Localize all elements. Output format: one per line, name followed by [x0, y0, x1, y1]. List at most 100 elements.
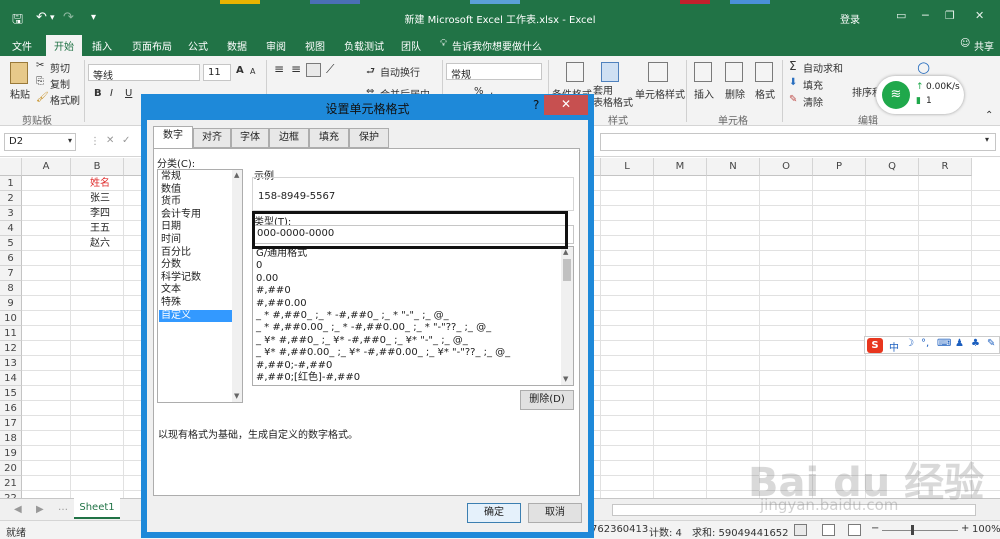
- scroll-up-icon[interactable]: ▲: [563, 248, 568, 256]
- select-all-corner[interactable]: [0, 158, 22, 176]
- row-header-17[interactable]: 17: [0, 416, 22, 431]
- zoom-slider[interactable]: [882, 530, 958, 531]
- page-break-view-icon[interactable]: [848, 524, 861, 536]
- cell-styles-icon[interactable]: [648, 62, 668, 82]
- name-box-dropdown-icon[interactable]: ▾: [68, 136, 72, 145]
- category-scrollbar[interactable]: ▲ ▼: [232, 170, 242, 402]
- row-header-1[interactable]: 1: [0, 176, 22, 191]
- zoom-level[interactable]: 100%: [972, 524, 1000, 535]
- category-item[interactable]: 科学记数: [161, 272, 201, 285]
- format-item[interactable]: #,##0;-#,##0: [256, 360, 332, 373]
- tab-insert[interactable]: 插入: [92, 38, 112, 53]
- row-header-6[interactable]: 6: [0, 251, 22, 266]
- tab-load-test[interactable]: 负载测试: [344, 38, 384, 53]
- sheet-tab-sheet1[interactable]: Sheet1: [74, 498, 120, 519]
- align-top-icon[interactable]: ≡: [274, 62, 284, 76]
- delete-format-button[interactable]: 删除(D): [520, 390, 574, 410]
- tab-formulas[interactable]: 公式: [188, 38, 208, 53]
- format-item[interactable]: 0: [256, 260, 262, 273]
- copy-icon[interactable]: ⎘: [36, 76, 44, 87]
- shrink-font-icon[interactable]: A: [250, 67, 255, 76]
- find-icon[interactable]: ○: [917, 58, 930, 76]
- name-box[interactable]: D2: [4, 133, 76, 151]
- copy-button[interactable]: 复制: [50, 76, 70, 91]
- row-header-3[interactable]: 3: [0, 206, 22, 221]
- column-header-q[interactable]: Q: [866, 158, 919, 176]
- tab-view[interactable]: 视图: [305, 38, 325, 53]
- column-header-l[interactable]: L: [601, 158, 654, 176]
- column-header-m[interactable]: M: [654, 158, 707, 176]
- column-header-o[interactable]: O: [760, 158, 813, 176]
- row-header-12[interactable]: 12: [0, 341, 22, 356]
- ime-keyboard-icon[interactable]: ⌨: [937, 338, 951, 349]
- format-item[interactable]: _ ¥* #,##0_ ;_ ¥* -#,##0_ ;_ ¥* "-"_ ;_ …: [256, 335, 468, 348]
- format-scrollbar[interactable]: ▲ ▼: [561, 247, 573, 385]
- tab-review[interactable]: 审阅: [266, 38, 286, 53]
- category-item[interactable]: 日期: [161, 221, 181, 234]
- font-name-box[interactable]: 等线: [88, 64, 200, 82]
- row-header-18[interactable]: 18: [0, 431, 22, 446]
- format-list[interactable]: G/通用格式 0 0.00 #,##0 #,##0.00 _ * #,##0_ ;_ * …: [252, 246, 574, 386]
- conditional-format-icon[interactable]: [566, 62, 584, 82]
- cell-b3[interactable]: 李四: [90, 207, 110, 221]
- category-item[interactable]: 文本: [161, 284, 181, 297]
- cell-styles-button[interactable]: 单元格样式: [635, 86, 685, 101]
- format-item[interactable]: #,##0.00: [256, 298, 307, 311]
- paste-button[interactable]: 粘贴: [10, 86, 30, 101]
- row-header-21[interactable]: 21: [0, 476, 22, 491]
- category-item[interactable]: 特殊: [161, 297, 181, 310]
- font-size-box[interactable]: 11: [203, 64, 231, 81]
- collapse-ribbon-icon[interactable]: ⌃: [985, 110, 993, 121]
- row-header-10[interactable]: 10: [0, 311, 22, 326]
- format-item[interactable]: #,##0: [256, 285, 291, 298]
- tell-me-box[interactable]: 告诉我你想要做什么: [452, 38, 542, 53]
- clear-icon[interactable]: ✎: [789, 94, 797, 105]
- paste-icon[interactable]: [10, 62, 28, 84]
- zoom-in-icon[interactable]: +: [961, 523, 969, 534]
- tab-home[interactable]: 开始: [46, 35, 82, 56]
- row-header-15[interactable]: 15: [0, 386, 22, 401]
- row-header-14[interactable]: 14: [0, 371, 22, 386]
- ime-moon-icon[interactable]: ☽: [905, 338, 914, 349]
- fill-icon[interactable]: ⬇: [789, 77, 797, 88]
- ribbon-options-icon[interactable]: ▭: [896, 9, 906, 22]
- delete-cells-icon[interactable]: [725, 62, 743, 82]
- format-as-table-icon[interactable]: [601, 62, 619, 82]
- cell-b5[interactable]: 赵六: [90, 237, 110, 251]
- restore-icon[interactable]: ❐: [945, 9, 955, 22]
- format-item[interactable]: 0.00: [256, 273, 278, 286]
- format-item[interactable]: _ * #,##0.00_ ;_ * -#,##0.00_ ;_ * "-"??…: [256, 322, 491, 335]
- column-header-p[interactable]: P: [813, 158, 866, 176]
- formula-input[interactable]: [600, 133, 996, 151]
- scroll-down-icon[interactable]: ▼: [234, 392, 239, 400]
- row-header-11[interactable]: 11: [0, 326, 22, 341]
- fill-button[interactable]: 填充: [803, 77, 823, 92]
- wrap-text-icon[interactable]: ⮐: [366, 64, 375, 81]
- minimize-icon[interactable]: ─: [922, 9, 929, 22]
- row-header-8[interactable]: 8: [0, 281, 22, 296]
- number-format-box[interactable]: 常规: [446, 63, 542, 81]
- cell-b2[interactable]: 张三: [90, 192, 110, 206]
- row-header-22[interactable]: 22: [0, 491, 22, 498]
- prev-sheet-icon[interactable]: ◀: [14, 504, 22, 515]
- tab-file[interactable]: 文件: [12, 38, 32, 53]
- dialog-close-button[interactable]: ✕: [544, 95, 588, 115]
- page-layout-view-icon[interactable]: [822, 524, 835, 536]
- align-bottom-icon[interactable]: [306, 63, 321, 77]
- format-cells-button[interactable]: 格式: [755, 86, 775, 101]
- format-item[interactable]: _ ¥* #,##0.00_ ;_ ¥* -#,##0.00_ ;_ ¥* "-…: [256, 347, 510, 360]
- category-item[interactable]: 常规: [161, 171, 181, 184]
- ime-punct-icon[interactable]: °,: [921, 338, 929, 349]
- category-item[interactable]: 分数: [161, 259, 181, 272]
- expand-formula-icon[interactable]: ▾: [985, 135, 989, 144]
- row-header-5[interactable]: 5: [0, 236, 22, 251]
- row-header-16[interactable]: 16: [0, 401, 22, 416]
- cell-b4[interactable]: 王五: [90, 222, 110, 236]
- share-button[interactable]: 共享: [974, 38, 994, 53]
- column-header-n[interactable]: N: [707, 158, 760, 176]
- italic-button[interactable]: I: [110, 88, 113, 99]
- format-item[interactable]: #,##0;[红色]-#,##0: [256, 372, 360, 385]
- tab-team[interactable]: 团队: [401, 38, 421, 53]
- cancel-formula-icon[interactable]: ✕: [106, 135, 114, 146]
- ime-user-icon[interactable]: ♟: [955, 338, 964, 349]
